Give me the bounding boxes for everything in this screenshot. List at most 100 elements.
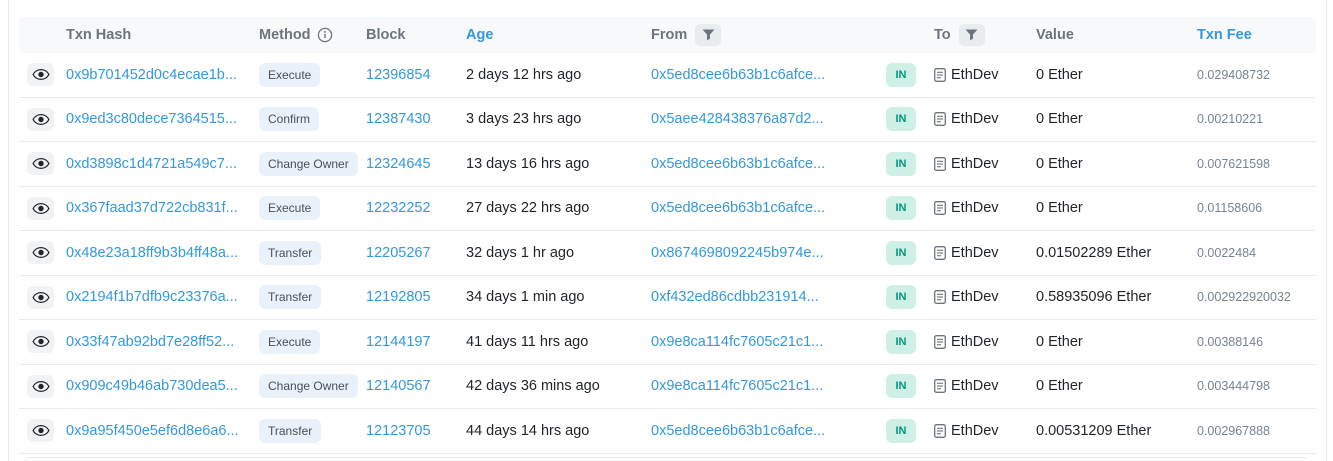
header-age-link[interactable]: Age	[466, 27, 493, 43]
header-to: To	[926, 24, 1031, 46]
contract-document-icon	[934, 246, 946, 260]
txn-hash-link[interactable]: 0x9b701452d0c4ecae1b...	[66, 67, 237, 83]
eye-button[interactable]	[27, 197, 54, 220]
eye-button[interactable]	[27, 108, 54, 131]
value-text: 0 Ether	[1036, 156, 1083, 172]
txn-hash-link[interactable]: 0x48e23a18ff9b3b4ff48a...	[66, 245, 238, 261]
age-text: 42 days 36 mins ago	[466, 378, 600, 394]
table-row: 0x9a95f450e5ef6d8e6a6... Transfer 121237…	[19, 409, 1316, 454]
header-method: Method	[251, 27, 361, 43]
contract-document-icon	[934, 379, 946, 393]
to-name-link[interactable]: EthDev	[951, 156, 999, 172]
header-block-label: Block	[366, 27, 406, 43]
to-name-link[interactable]: EthDev	[951, 289, 999, 305]
block-link[interactable]: 12387430	[366, 111, 431, 127]
block-link[interactable]: 12232252	[366, 200, 431, 216]
method-badge: Execute	[259, 63, 320, 87]
direction-in-badge: IN	[886, 63, 916, 87]
method-badge: Transfer	[259, 241, 321, 265]
txn-hash-link[interactable]: 0x9a95f450e5ef6d8e6a6...	[66, 423, 239, 439]
txn-hash-link[interactable]: 0x2194f1b7dfb9c23376a...	[66, 289, 238, 305]
from-address-link[interactable]: 0x5ed8cee6b63b1c6afce...	[651, 423, 825, 439]
value-text: 0.01502289 Ether	[1036, 245, 1151, 261]
eye-button[interactable]	[27, 241, 54, 264]
txn-hash-link[interactable]: 0x367faad37d722cb831f...	[66, 200, 238, 216]
direction-in-badge: IN	[886, 107, 916, 131]
eye-button[interactable]	[27, 152, 54, 175]
age-text: 3 days 23 hrs ago	[466, 111, 581, 127]
from-address-link[interactable]: 0x5ed8cee6b63b1c6afce...	[651, 200, 825, 216]
eye-icon	[32, 291, 50, 304]
from-address-link[interactable]: 0x9e8ca114fc7605c21c1...	[651, 334, 823, 350]
to-name-link[interactable]: EthDev	[951, 67, 999, 83]
contract-document-icon	[934, 112, 946, 126]
filter-funnel-icon	[965, 29, 978, 41]
contract-document-icon	[934, 424, 946, 438]
from-address-link[interactable]: 0x5ed8cee6b63b1c6afce...	[651, 156, 825, 172]
eye-button[interactable]	[27, 286, 54, 309]
age-text: 44 days 14 hrs ago	[466, 423, 589, 439]
contract-document-icon	[934, 68, 946, 82]
table-row: 0x9b701452d0c4ecae1b... Execute 12396854…	[19, 53, 1316, 98]
table-row: 0x48e23a18ff9b3b4ff48a... Transfer 12205…	[19, 231, 1316, 276]
info-icon[interactable]	[317, 27, 333, 43]
from-address-link[interactable]: 0x8674698092245b974e...	[651, 245, 824, 261]
eye-button[interactable]	[27, 419, 54, 442]
txn-hash-link[interactable]: 0x9ed3c80dece7364515...	[66, 111, 237, 127]
block-link[interactable]: 12324645	[366, 156, 431, 172]
value-text: 0 Ether	[1036, 111, 1083, 127]
card-bottom-divider	[27, 457, 1308, 458]
eye-button[interactable]	[27, 330, 54, 353]
direction-in-badge: IN	[886, 419, 916, 443]
txn-fee-text: 0.002967888	[1197, 424, 1270, 438]
header-txn-hash-label: Txn Hash	[66, 27, 131, 43]
eye-icon	[32, 202, 50, 215]
from-address-link[interactable]: 0x5ed8cee6b63b1c6afce...	[651, 67, 825, 83]
block-link[interactable]: 12140567	[366, 378, 431, 394]
txn-fee-text: 0.0022484	[1197, 246, 1256, 260]
value-text: 0 Ether	[1036, 378, 1083, 394]
header-from-label: From	[651, 27, 687, 43]
method-badge: Transfer	[259, 419, 321, 443]
contract-document-icon	[934, 335, 946, 349]
header-txn-fee-link[interactable]: Txn Fee	[1197, 27, 1252, 43]
from-address-link[interactable]: 0xf432ed86cdbb231914...	[651, 289, 819, 305]
eye-button[interactable]	[27, 63, 54, 86]
filter-funnel-icon	[702, 29, 715, 41]
to-filter-button[interactable]	[959, 24, 985, 46]
table-row: 0xd3898c1d4721a549c7... Change Owner 123…	[19, 142, 1316, 187]
txn-fee-text: 0.00388146	[1197, 335, 1263, 349]
eye-icon	[32, 380, 50, 393]
to-name-link[interactable]: EthDev	[951, 111, 999, 127]
txn-hash-link[interactable]: 0x33f47ab92bd7e28ff52...	[66, 334, 234, 350]
header-txn-hash: Txn Hash	[59, 27, 251, 43]
to-name-link[interactable]: EthDev	[951, 200, 999, 216]
to-name-link[interactable]: EthDev	[951, 245, 999, 261]
table-row: 0x33f47ab92bd7e28ff52... Execute 1214419…	[19, 320, 1316, 365]
method-badge: Execute	[259, 330, 320, 354]
to-name-link[interactable]: EthDev	[951, 423, 999, 439]
direction-in-badge: IN	[886, 241, 916, 265]
table-row: 0x9ed3c80dece7364515... Confirm 12387430…	[19, 98, 1316, 143]
direction-in-badge: IN	[886, 330, 916, 354]
eye-icon	[32, 424, 50, 437]
txn-fee-text: 0.003444798	[1197, 379, 1270, 393]
header-block: Block	[361, 27, 456, 43]
to-name-link[interactable]: EthDev	[951, 334, 999, 350]
eye-icon	[32, 113, 50, 126]
txn-hash-link[interactable]: 0x909c49b46ab730dea5...	[66, 378, 238, 394]
eye-button[interactable]	[27, 375, 54, 398]
block-link[interactable]: 12123705	[366, 423, 431, 439]
from-filter-button[interactable]	[695, 24, 721, 46]
block-link[interactable]: 12396854	[366, 67, 431, 83]
to-name-link[interactable]: EthDev	[951, 378, 999, 394]
txn-hash-link[interactable]: 0xd3898c1d4721a549c7...	[66, 156, 237, 172]
from-address-link[interactable]: 0x9e8ca114fc7605c21c1...	[651, 378, 823, 394]
block-link[interactable]: 12205267	[366, 245, 431, 261]
from-address-link[interactable]: 0x5aee428438376a87d2...	[651, 111, 824, 127]
table-row: 0x367faad37d722cb831f... Execute 1223225…	[19, 187, 1316, 232]
table-row: 0x909c49b46ab730dea5... Change Owner 121…	[19, 365, 1316, 410]
block-link[interactable]: 12192805	[366, 289, 431, 305]
block-link[interactable]: 12144197	[366, 334, 431, 350]
transactions-table-card: Txn Hash Method Block Age From To Value …	[8, 0, 1327, 461]
